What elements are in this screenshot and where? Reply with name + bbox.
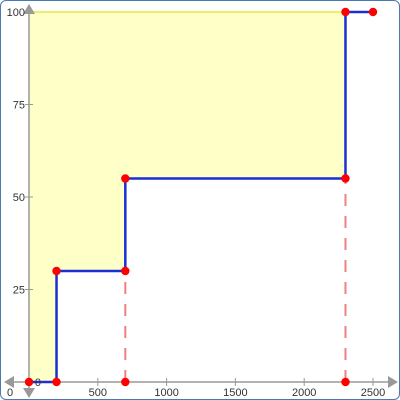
data-point-3 [341, 377, 350, 387]
data-point-7 [341, 174, 350, 183]
data-point-2 [121, 377, 130, 387]
data-point-0 [24, 377, 34, 387]
y-tick-label-4: 100 [7, 7, 25, 19]
data-point-6 [121, 174, 130, 183]
y-tick-label-1: 25 [13, 285, 25, 297]
x-axis-right-arrow [388, 376, 398, 388]
shaded-area-layer [29, 11, 346, 382]
shaded-region [29, 12, 346, 382]
y-axis-bottom-arrow [23, 388, 35, 398]
data-point-1 [52, 377, 61, 387]
x-tick-label-3: 1500 [223, 387, 247, 399]
chart-svg: 500 1000 1500 2000 2500 0 0 25 50 75 100 [4, 4, 398, 399]
x-tick-label-2: 1000 [154, 387, 178, 399]
data-point-9 [368, 7, 378, 17]
data-point-8 [341, 7, 350, 17]
y-tick-label-2: 50 [13, 192, 25, 204]
y-tick-label-3: 75 [13, 100, 25, 112]
x-tick-label-0: 0 [7, 387, 13, 399]
y-tick-label-0: 0 [35, 377, 41, 389]
dashed-lines-layer [124, 178, 347, 382]
chart-frame: 500 1000 1500 2000 2500 0 0 25 50 75 100 [0, 0, 400, 400]
data-point-4 [52, 266, 61, 276]
data-point-5 [121, 266, 130, 276]
x-tick-label-5: 2500 [361, 387, 385, 399]
x-tick-label-4: 2000 [292, 387, 316, 399]
x-tick-label-1: 500 [89, 387, 107, 399]
